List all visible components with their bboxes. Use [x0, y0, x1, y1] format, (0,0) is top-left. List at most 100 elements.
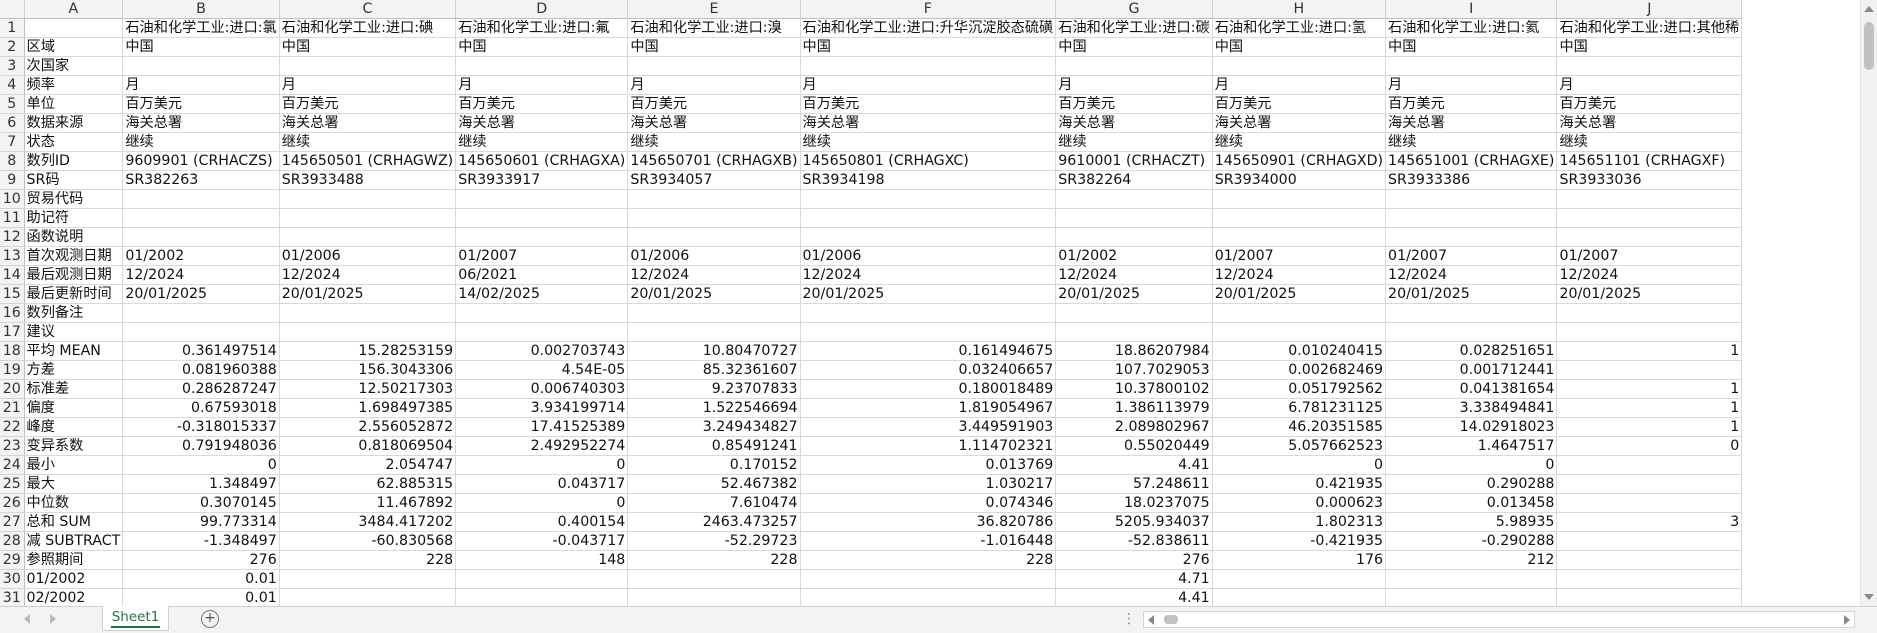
table-cell[interactable]: [1055, 208, 1213, 228]
table-cell[interactable]: 9610001 (CRHACZT): [1055, 151, 1213, 171]
table-cell[interactable]: 继续: [122, 132, 280, 152]
table-cell[interactable]: -1.016448: [800, 531, 1057, 551]
table-cell[interactable]: [1212, 322, 1387, 342]
table-cell[interactable]: 中国: [1212, 37, 1387, 57]
row-header[interactable]: 22: [0, 417, 25, 437]
table-cell[interactable]: 176: [1212, 550, 1387, 570]
column-header[interactable]: D: [455, 0, 629, 19]
table-cell[interactable]: 0: [455, 493, 629, 513]
row-header[interactable]: 27: [0, 512, 25, 532]
table-cell[interactable]: 1.522546694: [627, 398, 801, 418]
table-cell[interactable]: [1556, 455, 1743, 475]
table-cell[interactable]: -52.838611: [1055, 531, 1213, 551]
table-cell[interactable]: 继续: [1212, 132, 1387, 152]
table-cell[interactable]: 区域: [24, 37, 124, 57]
column-header[interactable]: A: [24, 0, 124, 19]
table-cell[interactable]: [1556, 550, 1743, 570]
sheet-tab[interactable]: Sheet1: [102, 606, 169, 631]
triangle-right-icon[interactable]: [50, 614, 56, 624]
table-cell[interactable]: [1556, 588, 1743, 608]
table-cell[interactable]: 最后观测日期: [24, 265, 124, 285]
table-cell[interactable]: 20/01/2025: [1556, 284, 1743, 304]
table-cell[interactable]: 6.781231125: [1212, 398, 1387, 418]
table-cell[interactable]: 百万美元: [455, 94, 629, 114]
table-cell[interactable]: 12.50217303: [279, 379, 457, 399]
table-cell[interactable]: 36.820786: [800, 512, 1057, 532]
table-cell[interactable]: 276: [122, 550, 280, 570]
table-cell[interactable]: 中国: [800, 37, 1057, 57]
table-cell[interactable]: 1: [1556, 417, 1743, 437]
table-cell[interactable]: [627, 227, 801, 247]
row-header[interactable]: 29: [0, 550, 25, 570]
table-cell[interactable]: [800, 303, 1057, 323]
table-cell[interactable]: [1385, 569, 1558, 589]
table-cell[interactable]: 228: [279, 550, 457, 570]
row-header[interactable]: 2: [0, 37, 25, 57]
table-cell[interactable]: 石油和化学工业:进口:升华沉淀胶态硫磺: [800, 18, 1057, 38]
table-cell[interactable]: 1.698497385: [279, 398, 457, 418]
table-cell[interactable]: [279, 322, 457, 342]
select-all-corner[interactable]: [0, 0, 25, 19]
table-cell[interactable]: 月: [122, 75, 280, 95]
table-cell[interactable]: 百万美元: [1556, 94, 1743, 114]
table-cell[interactable]: 01/2002: [1055, 246, 1213, 266]
table-cell[interactable]: [1556, 189, 1743, 209]
table-cell[interactable]: 海关总署: [455, 113, 629, 133]
table-cell[interactable]: 最大: [24, 474, 124, 494]
table-cell[interactable]: 12/2024: [1556, 265, 1743, 285]
table-cell[interactable]: [800, 322, 1057, 342]
table-cell[interactable]: [122, 189, 280, 209]
table-cell[interactable]: 2.089802967: [1055, 417, 1213, 437]
table-cell[interactable]: [1556, 208, 1743, 228]
table-cell[interactable]: 3.449591903: [800, 417, 1057, 437]
table-cell[interactable]: [1385, 588, 1558, 608]
table-cell[interactable]: 数列ID: [24, 151, 124, 171]
table-cell[interactable]: [122, 208, 280, 228]
row-header[interactable]: 6: [0, 113, 25, 133]
table-cell[interactable]: 01/2007: [1212, 246, 1387, 266]
table-cell[interactable]: [1055, 227, 1213, 247]
table-cell[interactable]: [1385, 208, 1558, 228]
table-cell[interactable]: 15.28253159: [279, 341, 457, 361]
table-cell[interactable]: 石油和化学工业:进口:碳: [1055, 18, 1213, 38]
table-cell[interactable]: 06/2021: [455, 265, 629, 285]
table-cell[interactable]: 总和 SUM: [24, 512, 124, 532]
row-header[interactable]: 13: [0, 246, 25, 266]
table-cell[interactable]: 20/01/2025: [122, 284, 280, 304]
table-cell[interactable]: 海关总署: [1055, 113, 1213, 133]
table-cell[interactable]: SR3933488: [279, 170, 457, 190]
row-header[interactable]: 7: [0, 132, 25, 152]
column-header[interactable]: F: [800, 0, 1057, 19]
table-cell[interactable]: 145650901 (CRHAGXD): [1212, 151, 1387, 171]
table-cell[interactable]: [455, 227, 629, 247]
table-cell[interactable]: [279, 569, 457, 589]
ellipsis-icon[interactable]: ⋮: [1122, 611, 1136, 627]
table-cell[interactable]: [800, 227, 1057, 247]
table-cell[interactable]: [800, 588, 1057, 608]
table-cell[interactable]: 石油和化学工业:进口:其他稀: [1556, 18, 1743, 38]
table-cell[interactable]: 偏度: [24, 398, 124, 418]
row-header[interactable]: 8: [0, 151, 25, 171]
table-cell[interactable]: 17.41525389: [455, 417, 629, 437]
table-cell[interactable]: 2.556052872: [279, 417, 457, 437]
table-cell[interactable]: 2.054747: [279, 455, 457, 475]
scroll-left-arrow-icon[interactable]: [1148, 615, 1154, 625]
table-cell[interactable]: 10.80470727: [627, 341, 801, 361]
row-header[interactable]: 19: [0, 360, 25, 380]
table-cell[interactable]: 0.013769: [800, 455, 1057, 475]
table-cell[interactable]: 20/01/2025: [627, 284, 801, 304]
table-cell[interactable]: 145650701 (CRHAGXB): [627, 151, 801, 171]
table-cell[interactable]: 最后更新时间: [24, 284, 124, 304]
table-cell[interactable]: 单位: [24, 94, 124, 114]
table-cell[interactable]: [627, 569, 801, 589]
table-cell[interactable]: 145650801 (CRHAGXC): [800, 151, 1057, 171]
table-cell[interactable]: 海关总署: [122, 113, 280, 133]
table-cell[interactable]: 148: [455, 550, 629, 570]
table-cell[interactable]: 18.86207984: [1055, 341, 1213, 361]
table-cell[interactable]: [455, 569, 629, 589]
row-header[interactable]: 1: [0, 18, 25, 38]
table-cell[interactable]: [1055, 189, 1213, 209]
table-cell[interactable]: 海关总署: [627, 113, 801, 133]
table-cell[interactable]: 3.249434827: [627, 417, 801, 437]
table-cell[interactable]: 首次观测日期: [24, 246, 124, 266]
